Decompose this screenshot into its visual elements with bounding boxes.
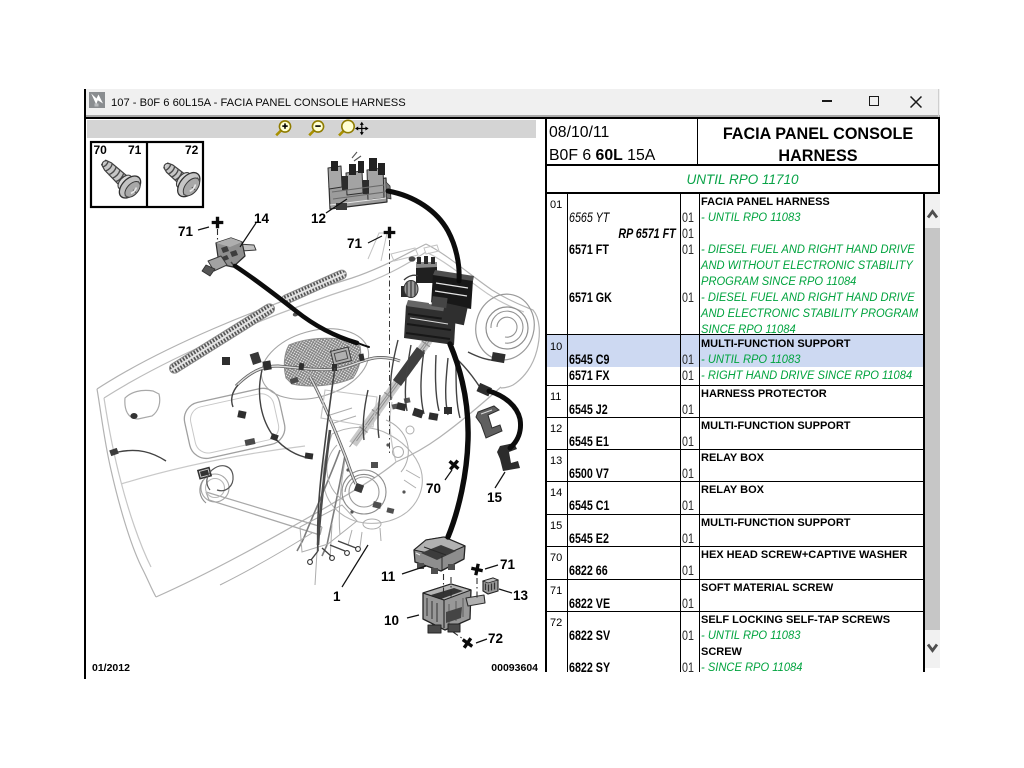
svg-text:72: 72 bbox=[488, 631, 503, 646]
svg-text:10: 10 bbox=[384, 613, 399, 628]
svg-text:12: 12 bbox=[311, 211, 326, 226]
svg-text:71: 71 bbox=[347, 236, 363, 251]
svg-text:70: 70 bbox=[426, 481, 441, 496]
svg-text:13: 13 bbox=[513, 588, 529, 603]
svg-text:70: 70 bbox=[94, 143, 108, 157]
svg-text:71: 71 bbox=[128, 143, 142, 157]
svg-text:11: 11 bbox=[381, 569, 396, 584]
svg-text:14: 14 bbox=[254, 211, 270, 226]
svg-text:72: 72 bbox=[185, 143, 199, 157]
svg-text:15: 15 bbox=[487, 490, 503, 505]
svg-text:71: 71 bbox=[178, 224, 194, 239]
svg-text:1: 1 bbox=[333, 589, 341, 604]
svg-text:71: 71 bbox=[500, 557, 516, 572]
